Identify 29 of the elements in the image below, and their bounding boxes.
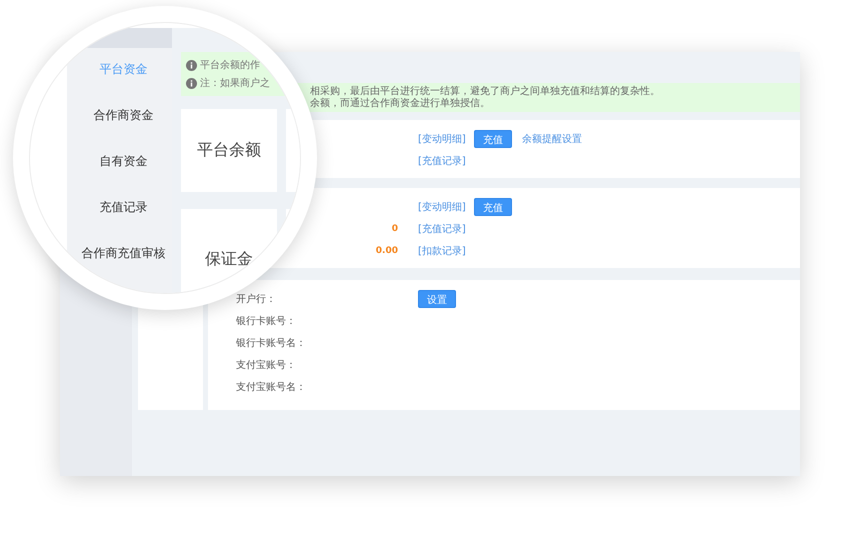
sidebar-item[interactable]: 平台资金 [100, 59, 148, 80]
link[interactable]: [充值记录] [418, 222, 466, 236]
field-label: 支付宝账号名： [236, 380, 306, 394]
action-button[interactable]: 充值 [474, 198, 512, 216]
field-label: 开户行： [236, 292, 276, 306]
link[interactable]: [变动明细] [418, 132, 466, 146]
sidebar-item[interactable]: 合作商充值审核 [82, 243, 166, 264]
link[interactable]: [充值记录] [418, 154, 466, 168]
notice-text: 相采购，最后由平台进行统一结算，避免了商户之间单独充值和结算的复杂性。 [310, 86, 661, 98]
amount-value: 0 [392, 224, 398, 234]
info-icon [186, 60, 197, 70]
action-button[interactable]: 充值 [474, 130, 512, 148]
field-label: 银行卡账号名： [236, 336, 306, 350]
sidebar-item[interactable]: 自有资金 [100, 151, 148, 172]
field-label: 支付宝账号： [236, 358, 296, 372]
notice-text: 平台余额的作 [200, 58, 260, 72]
sidebar-item[interactable]: 合作商资金 [94, 105, 154, 126]
balance-card-title: 保证金 [181, 209, 277, 293]
link[interactable]: [扣款记录] [418, 244, 466, 258]
notice-text: 注：如果商户之 [200, 76, 270, 90]
notice-text: 余额，而通过合作商资金进行单独授信。 [310, 98, 491, 110]
field-label: 银行卡账号： [236, 314, 296, 328]
balance-card-title: 平台余额 [181, 109, 277, 192]
link[interactable]: 余额提醒设置 [522, 132, 582, 146]
link[interactable]: [变动明细] [418, 200, 466, 214]
info-icon [186, 78, 197, 88]
action-button[interactable]: 设置 [418, 290, 456, 308]
amount-value: 0.00 [376, 246, 398, 256]
sidebar-item[interactable]: 充值记录 [100, 197, 148, 218]
